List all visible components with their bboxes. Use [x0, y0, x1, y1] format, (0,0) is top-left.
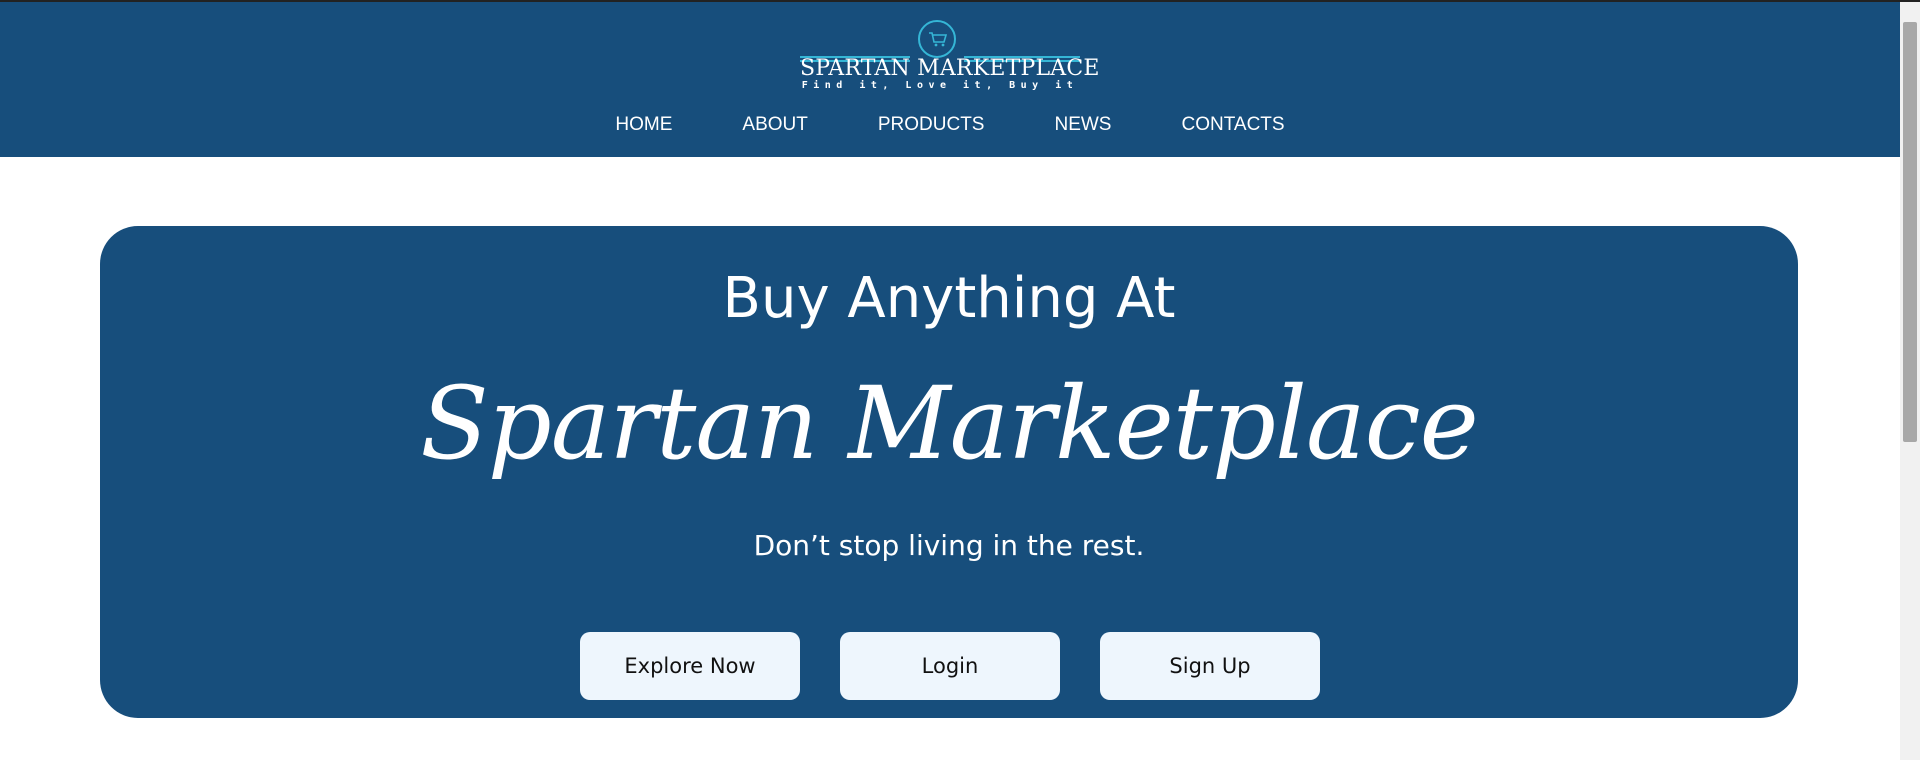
- nav-news[interactable]: NEWS: [1054, 112, 1111, 142]
- logo-emblem: [918, 20, 956, 58]
- explore-now-button[interactable]: Explore Now: [580, 632, 800, 700]
- main-nav: HOME ABOUT PRODUCTS NEWS CONTACTS: [0, 112, 1900, 142]
- nav-products[interactable]: PRODUCTS: [878, 112, 985, 142]
- logo-tagline: Find it, Love it, Buy it: [801, 80, 1079, 91]
- hero-button-row: Explore Now Login Sign Up: [580, 632, 1320, 700]
- nav-about[interactable]: ABOUT: [742, 112, 807, 142]
- hero-heading: Buy Anything At: [722, 266, 1176, 331]
- hero-banner: Buy Anything At Spartan Marketplace Don’…: [100, 226, 1798, 718]
- site-header: SPARTAN MARKETPLACE Find it, Love it, Bu…: [0, 2, 1900, 157]
- scrollbar-thumb[interactable]: [1903, 22, 1917, 442]
- hero-subheading: Don’t stop living in the rest.: [753, 529, 1145, 562]
- page-scrollbar[interactable]: [1900, 2, 1920, 760]
- nav-home[interactable]: HOME: [615, 112, 672, 142]
- nav-contacts[interactable]: CONTACTS: [1181, 112, 1284, 142]
- login-button[interactable]: Login: [840, 632, 1060, 700]
- sign-up-button[interactable]: Sign Up: [1100, 632, 1320, 700]
- shopping-cart-icon: [929, 32, 948, 47]
- hero-brand-title: Spartan Marketplace: [420, 365, 1479, 482]
- site-logo[interactable]: SPARTAN MARKETPLACE Find it, Love it, Bu…: [800, 18, 1100, 96]
- logo-title: SPARTAN MARKETPLACE: [800, 56, 1100, 81]
